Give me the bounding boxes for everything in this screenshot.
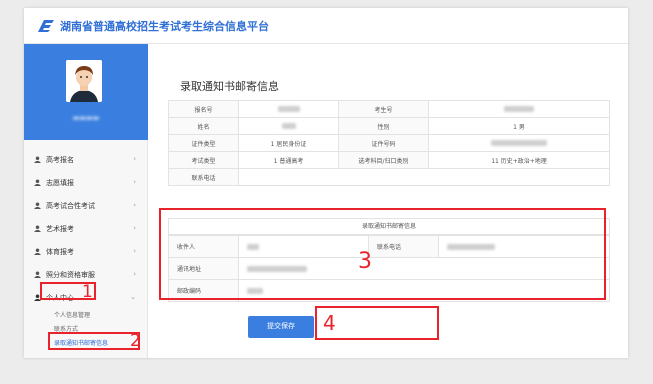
site-title: 湖南省普通高校招生考试考生综合信息平台 bbox=[60, 20, 269, 33]
menu-item-label: 志愿填报 bbox=[46, 178, 74, 187]
top-bar: 湖南省普通高校招生考试考生综合信息平台 bbox=[24, 8, 628, 44]
avatar bbox=[66, 60, 102, 102]
chevron-right-icon: › bbox=[133, 155, 136, 163]
table-cell-label: 选考科目/归口类别 bbox=[338, 151, 429, 169]
page-title: 录取通知书邮寄信息 bbox=[180, 80, 279, 93]
table-cell-label: 证件号码 bbox=[338, 134, 429, 152]
chevron-down-icon: ⌄ bbox=[130, 293, 136, 301]
menu-item-aptitude-test[interactable]: 高考试合性考试 › bbox=[24, 194, 148, 217]
user-name: ▬▬▬▬ bbox=[72, 114, 100, 122]
user-icon bbox=[34, 179, 41, 186]
table-cell-label: 联系电话 bbox=[168, 168, 239, 186]
table-cell-value: 1 男 bbox=[428, 117, 610, 135]
annotation-number-1: 1 bbox=[82, 282, 93, 302]
chevron-right-icon: › bbox=[133, 247, 136, 255]
table-cell-label: 报名号 bbox=[168, 100, 239, 118]
table-cell-value bbox=[428, 168, 610, 186]
student-info-table: 报名号 考生号 姓名 性别 1 男 证件类型 1 居民身份证 证件号码 考试类型… bbox=[168, 100, 610, 186]
sidebar: ▬▬▬▬ 高考报名 › 志愿填报 › 高考试合性考试 › 艺术报考 › 体育报考… bbox=[24, 44, 148, 358]
menu-item-label: 体育报考 bbox=[46, 247, 74, 256]
user-icon bbox=[34, 202, 41, 209]
table-row: 报名号 考生号 bbox=[168, 100, 610, 118]
annotation-number-2: 2 bbox=[130, 331, 141, 351]
table-cell-value bbox=[238, 168, 339, 186]
table-cell-label: 姓名 bbox=[168, 117, 239, 135]
menu-item-sports-exam[interactable]: 体育报考 › bbox=[24, 240, 148, 263]
table-cell-value bbox=[338, 168, 429, 186]
annotation-box-2 bbox=[48, 332, 140, 350]
menu-item-label: 艺术报考 bbox=[46, 224, 74, 233]
profile-card: ▬▬▬▬ bbox=[24, 44, 148, 140]
table-cell-value: 1 普通高考 bbox=[238, 151, 339, 169]
annotation-box-3 bbox=[159, 208, 606, 300]
table-cell-label: 考生号 bbox=[338, 100, 429, 118]
menu-item-label: 高考试合性考试 bbox=[46, 201, 95, 210]
chevron-right-icon: › bbox=[133, 201, 136, 209]
user-icon bbox=[34, 271, 41, 278]
table-cell-value bbox=[238, 100, 339, 118]
table-row: 姓名 性别 1 男 bbox=[168, 117, 610, 135]
user-icon bbox=[34, 248, 41, 255]
user-icon bbox=[34, 156, 41, 163]
sub-item-personal-info[interactable]: 个人信息管理 bbox=[24, 309, 148, 323]
menu-item-volunteer[interactable]: 志愿填报 › bbox=[24, 171, 148, 194]
table-cell-value: 1 居民身份证 bbox=[238, 134, 339, 152]
menu-item-label: 照分和资格审服 bbox=[46, 270, 95, 279]
table-cell-label: 证件类型 bbox=[168, 134, 239, 152]
sidebar-menu: 高考报名 › 志愿填报 › 高考试合性考试 › 艺术报考 › 体育报考 › 照分… bbox=[24, 148, 148, 351]
logo-icon bbox=[38, 20, 54, 32]
user-icon bbox=[34, 225, 41, 232]
table-cell-value bbox=[428, 134, 610, 152]
table-row: 考试类型 1 普通高考 选考科目/归口类别 11 历史+政治+地理 bbox=[168, 151, 610, 169]
table-row: 证件类型 1 居民身份证 证件号码 bbox=[168, 134, 610, 152]
table-cell-value bbox=[428, 100, 610, 118]
chevron-right-icon: › bbox=[133, 224, 136, 232]
table-cell-value bbox=[238, 117, 339, 135]
menu-item-art-exam[interactable]: 艺术报考 › bbox=[24, 217, 148, 240]
table-row: 联系电话 bbox=[168, 168, 610, 186]
table-cell-label: 考试类型 bbox=[168, 151, 239, 169]
table-cell-value: 11 历史+政治+地理 bbox=[428, 151, 610, 169]
table-cell-label: 性别 bbox=[338, 117, 429, 135]
menu-item-label: 高考报名 bbox=[46, 155, 74, 164]
menu-item-exam-registration[interactable]: 高考报名 › bbox=[24, 148, 148, 171]
submit-save-button[interactable]: 提交保存 bbox=[248, 316, 314, 338]
chevron-right-icon: › bbox=[133, 178, 136, 186]
annotation-number-4: 4 bbox=[323, 311, 336, 335]
chevron-right-icon: › bbox=[133, 270, 136, 278]
annotation-number-3: 3 bbox=[358, 249, 372, 274]
